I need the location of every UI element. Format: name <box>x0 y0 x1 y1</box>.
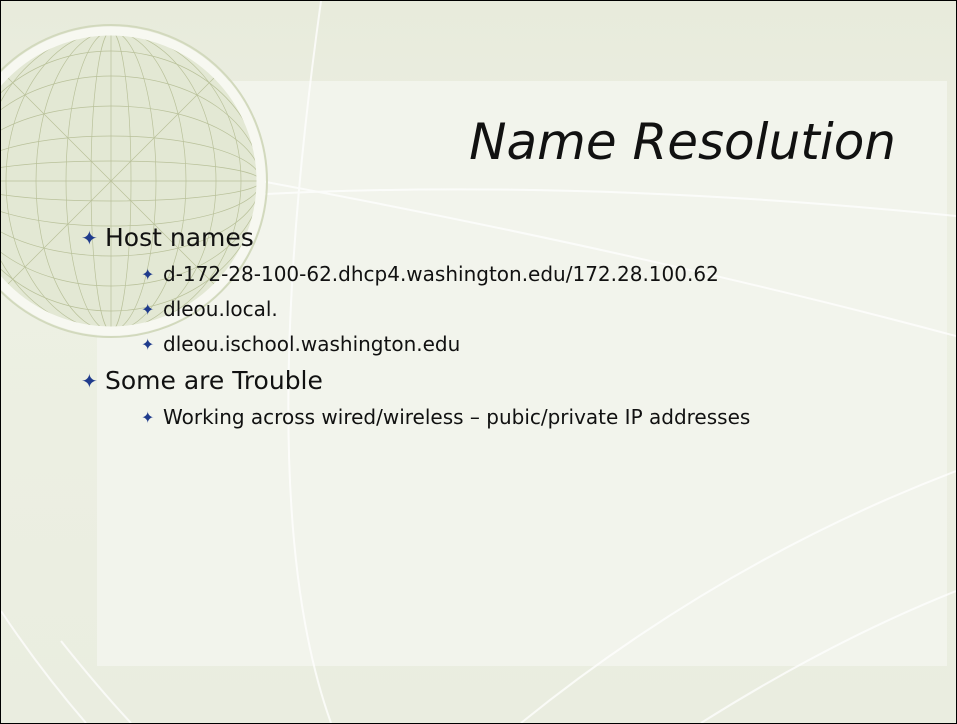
bullet-item: ✦ Host names <box>81 219 750 257</box>
sub-bullet-item: ✦ dleou.ischool.washington.edu <box>141 327 750 362</box>
four-point-star-icon: ✦ <box>81 369 98 393</box>
four-point-star-icon: ✦ <box>141 408 155 427</box>
sub-bullet-text: dleou.local. <box>163 297 278 321</box>
slide: Name Resolution ✦ Host names ✦ d-172-28-… <box>0 0 957 724</box>
sub-bullet-text: dleou.ischool.washington.edu <box>163 332 461 356</box>
bullet-text: Host names <box>105 223 254 252</box>
bullet-list: ✦ Host names ✦ d-172-28-100-62.dhcp4.was… <box>81 219 750 435</box>
four-point-star-icon: ✦ <box>141 300 155 319</box>
sub-bullet-text: Working across wired/wireless – pubic/pr… <box>163 405 751 429</box>
slide-title: Name Resolution <box>469 113 896 171</box>
four-point-star-icon: ✦ <box>81 226 98 250</box>
sub-bullet-item: ✦ Working across wired/wireless – pubic/… <box>141 400 750 435</box>
bullet-item: ✦ Some are Trouble <box>81 362 750 400</box>
sub-bullet-item: ✦ d-172-28-100-62.dhcp4.washington.edu/1… <box>141 257 750 292</box>
four-point-star-icon: ✦ <box>141 265 155 284</box>
sub-bullet-text: d-172-28-100-62.dhcp4.washington.edu/172… <box>163 262 719 286</box>
bullet-text: Some are Trouble <box>105 366 323 395</box>
sub-bullet-item: ✦ dleou.local. <box>141 292 750 327</box>
four-point-star-icon: ✦ <box>141 335 155 354</box>
